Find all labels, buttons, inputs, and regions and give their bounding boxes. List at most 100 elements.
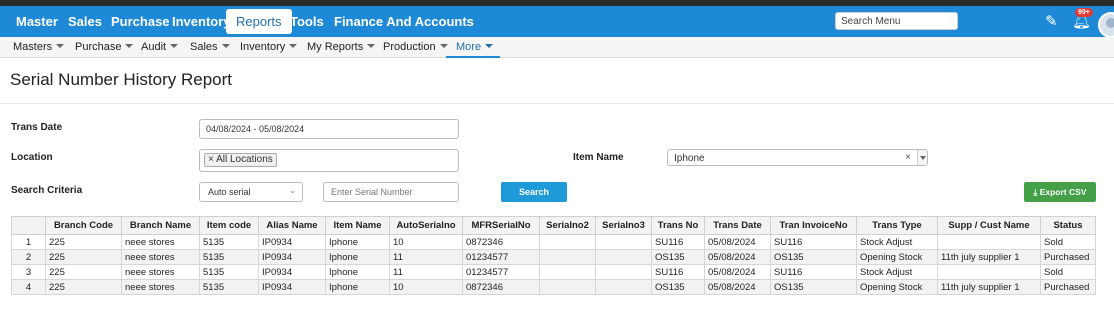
table-cell: 225 [45, 249, 122, 265]
table-cell [539, 234, 596, 250]
table-cell: 3 [11, 264, 46, 280]
table-header[interactable] [11, 216, 46, 235]
table-cell: 1 [11, 234, 46, 250]
table-cell: 05/08/2024 [704, 264, 771, 280]
location-tag: × All Locations [204, 153, 277, 167]
table-cell: 5135 [199, 279, 259, 295]
table-header[interactable]: Branch Name [121, 216, 200, 235]
serial-history-table: Branch Code Branch Name Item code Alias … [11, 216, 1096, 295]
table-cell: 2 [11, 249, 46, 265]
table-cell: Stock Adjust [856, 234, 938, 250]
table-cell [595, 264, 652, 280]
item-name-select[interactable]: Iphone × [667, 149, 928, 166]
table-cell: Sold [1040, 264, 1096, 280]
table-row[interactable]: 1 225 neee stores 5135 IP0934 Iphone 10 … [11, 234, 1096, 250]
subnav-masters[interactable]: Masters [13, 41, 65, 53]
item-name-label: Item Name [573, 152, 624, 163]
table-cell: 0872346 [462, 279, 540, 295]
clear-icon[interactable]: × [905, 152, 911, 163]
search-criteria-select[interactable]: Auto serial ⌄ [199, 182, 303, 202]
table-cell: IP0934 [258, 264, 326, 280]
table-header[interactable]: Serialno2 [539, 216, 596, 235]
table-header[interactable]: Item Name [325, 216, 390, 235]
table-header[interactable]: Trans Date [704, 216, 771, 235]
table-cell: IP0934 [258, 234, 326, 250]
table-cell: Iphone [325, 264, 390, 280]
search-menu-input[interactable] [835, 12, 958, 30]
table-cell [595, 234, 652, 250]
table-cell: 11 [389, 249, 463, 265]
notification-badge: 99+ [1075, 8, 1093, 17]
table-cell [937, 234, 1041, 250]
table-cell [539, 249, 596, 265]
chevron-down-icon: ⌄ [289, 186, 296, 195]
nav-finance-and-accounts[interactable]: Finance And Accounts [324, 9, 484, 34]
table-cell: neee stores [121, 249, 200, 265]
table-cell: OS135 [770, 279, 857, 295]
table-cell: 10 [389, 234, 463, 250]
subnav-inventory[interactable]: Inventory [240, 41, 298, 53]
trans-date-field[interactable]: 04/08/2024 - 05/08/2024 [199, 119, 459, 139]
table-header[interactable]: Alias Name [258, 216, 326, 235]
table-cell: 11th july supplier 1 [937, 249, 1041, 265]
subnav-my-reports[interactable]: My Reports [307, 41, 376, 53]
table-cell: OS135 [651, 249, 705, 265]
table-header-row: Branch Code Branch Name Item code Alias … [11, 216, 1096, 235]
table-cell: 11th july supplier 1 [937, 279, 1041, 295]
table-header[interactable]: Branch Code [45, 216, 122, 235]
pen-icon[interactable]: ✎ [1045, 12, 1058, 30]
table-row[interactable]: 2 225 neee stores 5135 IP0934 Iphone 11 … [11, 249, 1096, 265]
table-cell: neee stores [121, 234, 200, 250]
subnav-more[interactable]: More [456, 41, 494, 53]
table-cell: Opening Stock [856, 249, 938, 265]
table-cell: Iphone [325, 249, 390, 265]
export-csv-button[interactable]: ⤓ Export CSV [1024, 182, 1096, 202]
serial-number-input[interactable] [323, 182, 459, 202]
subnav-audit[interactable]: Audit [141, 41, 179, 53]
table-row[interactable]: 4 225 neee stores 5135 IP0934 Iphone 10 … [11, 279, 1096, 295]
table-cell: 5135 [199, 264, 259, 280]
location-label: Location [11, 152, 53, 163]
subnav-sales[interactable]: Sales [190, 41, 230, 53]
table-cell: OS135 [651, 279, 705, 295]
table-cell: 0872346 [462, 234, 540, 250]
table-cell: 01234577 [462, 264, 540, 280]
table-cell: SU116 [770, 234, 857, 250]
subnav-production[interactable]: Production [383, 41, 448, 53]
table-cell [539, 264, 596, 280]
search-criteria-label: Search Criteria [11, 185, 83, 196]
download-icon: ⤓ [1033, 187, 1038, 197]
table-header[interactable]: Trans No [651, 216, 705, 235]
table-row[interactable]: 3 225 neee stores 5135 IP0934 Iphone 11 … [11, 264, 1096, 280]
table-cell: 225 [45, 234, 122, 250]
table-header[interactable]: AutoSerialno [389, 216, 463, 235]
trans-date-label: Trans Date [11, 122, 63, 133]
table-cell: neee stores [121, 264, 200, 280]
table-cell: 05/08/2024 [704, 234, 771, 250]
table-header[interactable]: Status [1040, 216, 1096, 235]
table-cell [595, 249, 652, 265]
sub-nav: Masters Purchase Audit Sales Inventory M… [0, 37, 1114, 58]
subnav-purchase[interactable]: Purchase [75, 41, 134, 53]
table-cell [595, 279, 652, 295]
search-button[interactable]: Search [501, 182, 567, 202]
divider [0, 103, 1114, 104]
table-cell: neee stores [121, 279, 200, 295]
tag-remove-icon[interactable]: × [208, 154, 214, 165]
table-header[interactable]: Item code [199, 216, 259, 235]
table-cell: Opening Stock [856, 279, 938, 295]
table-cell: Iphone [325, 279, 390, 295]
table-cell: SU116 [651, 264, 705, 280]
table-header[interactable]: Tran InvoiceNo [770, 216, 857, 235]
chevron-down-icon[interactable] [917, 150, 927, 165]
table-cell: Sold [1040, 234, 1096, 250]
table-cell: 225 [45, 279, 122, 295]
table-header[interactable]: Serialno3 [595, 216, 652, 235]
table-cell: 05/08/2024 [704, 249, 771, 265]
location-field[interactable]: × All Locations [199, 149, 459, 172]
table-header[interactable]: Trans Type [856, 216, 938, 235]
table-header[interactable]: MFRSerialNo [462, 216, 540, 235]
table-cell: 05/08/2024 [704, 279, 771, 295]
table-cell: 11 [389, 264, 463, 280]
table-header[interactable]: Supp / Cust Name [937, 216, 1041, 235]
